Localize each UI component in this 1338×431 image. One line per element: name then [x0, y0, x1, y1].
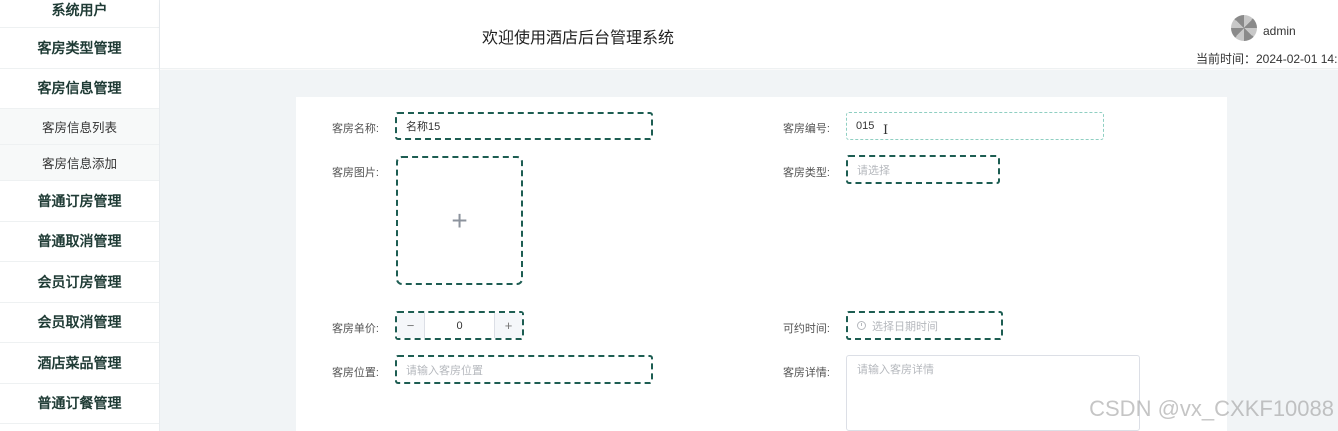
sidebar: 系统用户 客房类型管理 客房信息管理 客房信息列表 客房信息添加 普通订房管理 … [0, 0, 160, 431]
room-type-select[interactable]: 请选择 [846, 155, 1000, 184]
menu-label: 客房信息管理 [37, 80, 122, 97]
menu-normal-dining-orders[interactable]: 普通订餐管理 [0, 383, 159, 424]
price-value[interactable]: 0 [425, 313, 494, 338]
menu-label: 客房类型管理 [37, 39, 122, 56]
price-stepper[interactable]: − 0 + [395, 311, 524, 340]
page-title: 欢迎使用酒店后台管理系统 [482, 30, 675, 47]
username[interactable]: admin [1263, 24, 1296, 38]
room-image-label: 客房图片: [331, 167, 379, 179]
location-placeholder: 请输入客房位置 [406, 364, 483, 377]
room-type-label: 客房类型: [782, 167, 830, 179]
clock-icon [857, 321, 866, 330]
price-label: 客房单价: [331, 323, 379, 335]
avatar[interactable] [1231, 15, 1257, 41]
location-input[interactable]: 请输入客房位置 [395, 355, 653, 384]
details-label: 客房详情: [782, 367, 830, 379]
decrease-button[interactable]: − [397, 313, 425, 338]
available-time-label: 可约时间: [782, 323, 830, 335]
submenu-room-info-add[interactable]: 客房信息添加 [0, 145, 159, 181]
menu-hotel-dishes[interactable]: 酒店菜品管理 [0, 343, 159, 384]
current-time: 当前时间：2024-02-01 14:27 [1196, 52, 1338, 66]
room-number-label: 客房编号: [782, 123, 830, 135]
room-name-label: 客房名称: [331, 123, 379, 135]
menu-label: 会员订房管理 [37, 273, 122, 290]
image-upload-box[interactable]: + [396, 156, 523, 285]
menu-room-type-management[interactable]: 客房类型管理 [0, 28, 159, 69]
submenu-room-info-list[interactable]: 客房信息列表 [0, 109, 159, 145]
menu-label: 普通取消管理 [37, 233, 122, 250]
location-label: 客房位置: [331, 367, 379, 379]
details-placeholder: 请输入客房详情 [857, 364, 934, 376]
menu-label: 会员取消管理 [37, 314, 122, 331]
submenu-label: 客房信息列表 [41, 121, 117, 135]
menu-label: 普通订房管理 [37, 192, 122, 209]
watermark: CSDN @vx_CXKF10088 [1089, 396, 1334, 421]
datetime-placeholder: 选择日期时间 [872, 320, 938, 333]
menu-label: 普通订餐管理 [37, 395, 122, 412]
plus-icon: + [451, 204, 468, 236]
menu-normal-booking[interactable]: 普通订房管理 [0, 181, 159, 222]
menu-member-booking[interactable]: 会员订房管理 [0, 262, 159, 303]
room-number-value: 015 [856, 120, 875, 132]
header: 欢迎使用酒店后台管理系统 admin 当前时间：2024-02-01 14:27 [160, 0, 1338, 69]
room-type-placeholder: 请选择 [857, 164, 890, 177]
menu-label: 系统用户 [51, 2, 108, 18]
menu-member-cancel[interactable]: 会员取消管理 [0, 302, 159, 343]
text-cursor-icon: I [883, 123, 889, 138]
datetime-picker[interactable]: 选择日期时间 [846, 311, 1003, 340]
menu-normal-cancel[interactable]: 普通取消管理 [0, 221, 159, 262]
increase-button[interactable]: + [494, 313, 522, 338]
menu-system-users[interactable]: 系统用户 [0, 0, 159, 28]
room-name-input[interactable]: 名称15 [395, 112, 653, 140]
submenu-label: 客房信息添加 [41, 157, 117, 171]
menu-room-info-management[interactable]: 客房信息管理 [0, 68, 159, 109]
room-name-value: 名称15 [406, 121, 441, 133]
menu-label: 酒店菜品管理 [37, 354, 122, 371]
